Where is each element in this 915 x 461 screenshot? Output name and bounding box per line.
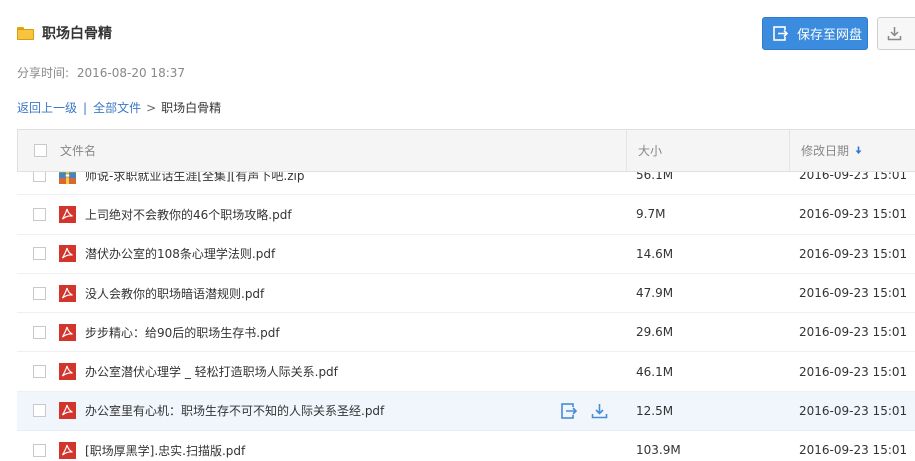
table-row[interactable]: 步步精心：给90后的职场生存书.pdf 29.6M 2016-09-23 15:… — [17, 313, 915, 353]
file-date: 2016-09-23 15:01 — [799, 172, 908, 183]
save-icon — [773, 26, 789, 41]
file-size: 56.1M — [636, 172, 674, 183]
pdf-file-icon — [59, 363, 76, 381]
pdf-file-icon — [59, 323, 76, 341]
folder-title: 职场白骨精 — [17, 22, 112, 44]
column-size-label: 大小 — [638, 144, 663, 158]
row-checkbox[interactable] — [33, 443, 46, 457]
file-size: 47.9M — [636, 286, 674, 301]
file-size: 46.1M — [636, 364, 674, 379]
file-name[interactable]: 潜伏办公室的108条心理学法则.pdf — [85, 245, 275, 262]
file-date: 2016-09-23 15:01 — [799, 403, 908, 418]
table-body: 师说-求职就业话生涯[全集][有声下吧.zip 56.1M 2016-09-23… — [17, 172, 915, 461]
share-time-label: 分享时间: — [17, 66, 70, 80]
file-size: 14.6M — [636, 246, 674, 261]
table-header: 文件名 大小 修改日期 — [17, 129, 915, 172]
file-date: 2016-09-23 15:01 — [799, 246, 908, 261]
download-button[interactable] — [877, 17, 915, 50]
row-actions — [561, 392, 608, 430]
column-date-label: 修改日期 — [801, 144, 850, 158]
table-row[interactable]: [职场厚黑学].忠实.扫描版.pdf 103.9M 2016-09-23 15:… — [17, 431, 915, 461]
row-checkbox[interactable] — [33, 286, 46, 300]
save-to-netdisk-icon[interactable] — [561, 403, 578, 419]
table-row[interactable]: 潜伏办公室的108条心理学法则.pdf 14.6M 2016-09-23 15:… — [17, 235, 915, 274]
file-size: 103.9M — [636, 443, 681, 458]
file-table: 文件名 大小 修改日期 师说-求职就业话生涯[全集][有声下吧.zip 56.1… — [17, 129, 915, 461]
pdf-file-icon — [59, 245, 76, 263]
breadcrumb-back-link[interactable]: 返回上一级 — [17, 99, 77, 116]
row-checkbox[interactable] — [33, 365, 46, 379]
file-name[interactable]: 办公室里有心机：职场生存不可不知的人际关系圣经.pdf — [85, 402, 384, 419]
file-name-cell: 步步精心：给90后的职场生存书.pdf — [17, 313, 625, 351]
file-name-cell: 潜伏办公室的108条心理学法则.pdf — [17, 235, 625, 273]
column-size-header[interactable]: 大小 — [626, 130, 789, 171]
download-icon[interactable] — [591, 403, 608, 419]
save-to-netdisk-button[interactable]: 保存至网盘 — [762, 17, 868, 50]
file-name-cell: [职场厚黑学].忠实.扫描版.pdf — [17, 431, 625, 461]
file-name[interactable]: 师说-求职就业话生涯[全集][有声下吧.zip — [85, 172, 304, 184]
row-checkbox[interactable] — [33, 247, 46, 261]
zip-file-icon — [59, 172, 76, 184]
row-checkbox[interactable] — [33, 172, 46, 182]
file-name[interactable]: 办公室潜伏心理学 _ 轻松打造职场人际关系.pdf — [85, 363, 338, 380]
table-row[interactable]: 没人会教你的职场暗语潜规则.pdf 47.9M 2016-09-23 15:01 — [17, 274, 915, 314]
file-name[interactable]: 没人会教你的职场暗语潜规则.pdf — [85, 285, 264, 302]
download-icon — [887, 27, 902, 41]
column-date-header[interactable]: 修改日期 — [789, 130, 915, 171]
pdf-file-icon — [59, 441, 76, 459]
save-button-label: 保存至网盘 — [797, 28, 863, 43]
file-name-cell: 师说-求职就业话生涯[全集][有声下吧.zip — [17, 172, 625, 194]
file-size: 12.5M — [636, 403, 674, 418]
row-checkbox[interactable] — [33, 404, 46, 418]
file-date: 2016-09-23 15:01 — [799, 325, 908, 340]
file-date: 2016-09-23 15:01 — [799, 364, 908, 379]
column-name-label: 文件名 — [60, 144, 97, 158]
breadcrumb: 返回上一级 | 全部文件 > 职场白骨精 — [17, 99, 221, 116]
file-name-cell: 没人会教你的职场暗语潜规则.pdf — [17, 274, 625, 312]
file-size: 9.7M — [636, 207, 666, 222]
file-name[interactable]: [职场厚黑学].忠实.扫描版.pdf — [85, 442, 245, 459]
breadcrumb-separator: | — [83, 100, 88, 115]
sort-down-icon — [855, 146, 862, 154]
file-date: 2016-09-23 15:01 — [799, 207, 908, 222]
file-name-cell: 办公室潜伏心理学 _ 轻松打造职场人际关系.pdf — [17, 352, 625, 390]
breadcrumb-current: 职场白骨精 — [161, 101, 222, 115]
row-checkbox[interactable] — [33, 207, 46, 221]
file-name-cell: 上司绝对不会教你的46个职场攻略.pdf — [17, 195, 625, 233]
row-checkbox[interactable] — [33, 325, 46, 339]
select-all-checkbox[interactable] — [34, 144, 47, 157]
folder-name: 职场白骨精 — [42, 26, 112, 42]
table-row[interactable]: 师说-求职就业话生涯[全集][有声下吧.zip 56.1M 2016-09-23… — [17, 172, 915, 196]
file-size: 29.6M — [636, 325, 674, 340]
share-time: 分享时间: 2016-08-20 18:37 — [17, 64, 185, 81]
share-time-value: 2016-08-20 18:37 — [76, 66, 186, 80]
file-name-cell: 办公室里有心机：职场生存不可不知的人际关系圣经.pdf — [17, 392, 625, 430]
pdf-file-icon — [59, 284, 76, 302]
table-row[interactable]: 办公室潜伏心理学 _ 轻松打造职场人际关系.pdf 46.1M 2016-09-… — [17, 352, 915, 392]
pdf-file-icon — [59, 205, 76, 223]
table-row[interactable]: 上司绝对不会教你的46个职场攻略.pdf 9.7M 2016-09-23 15:… — [17, 195, 915, 235]
file-name[interactable]: 步步精心：给90后的职场生存书.pdf — [85, 324, 280, 341]
folder-icon — [17, 26, 34, 40]
pdf-file-icon — [59, 402, 76, 420]
file-date: 2016-09-23 15:01 — [799, 286, 908, 301]
table-row-hovered[interactable]: 办公室里有心机：职场生存不可不知的人际关系圣经.pdf 12.5M 2016-0… — [17, 391, 915, 432]
breadcrumb-arrow: > — [146, 100, 157, 115]
breadcrumb-all-files-link[interactable]: 全部文件 — [93, 99, 141, 116]
file-date: 2016-09-23 15:01 — [799, 443, 908, 458]
file-name[interactable]: 上司绝对不会教你的46个职场攻略.pdf — [85, 206, 292, 223]
column-name-header: 文件名 — [18, 130, 626, 171]
